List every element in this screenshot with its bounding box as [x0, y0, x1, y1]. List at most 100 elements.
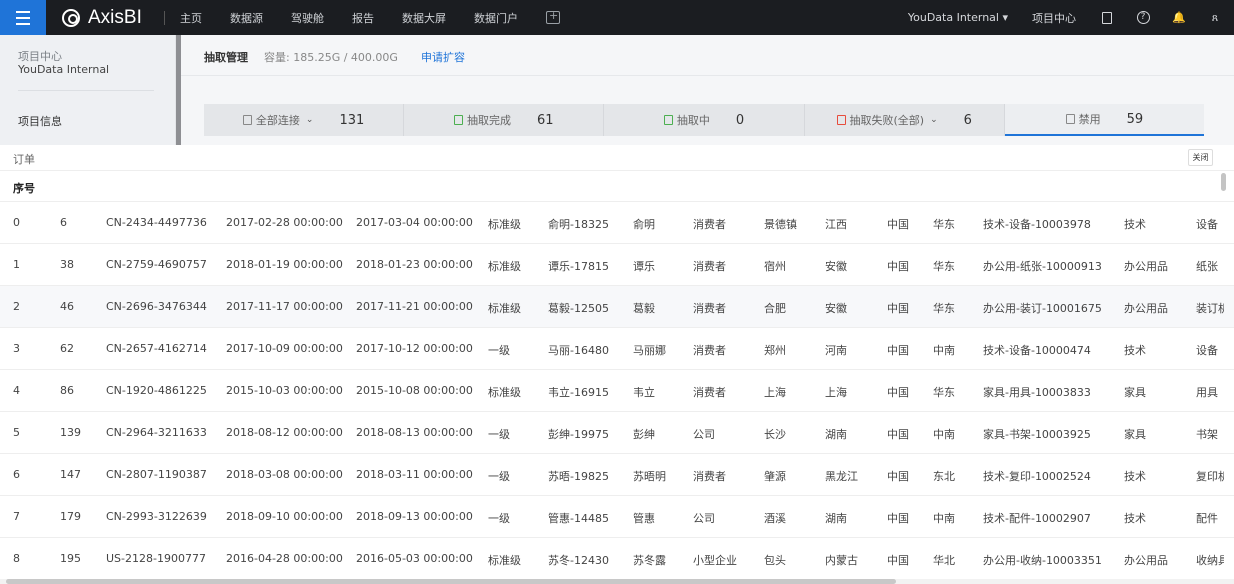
table-cell: 6: [13, 468, 20, 481]
stat-extract-complete[interactable]: 抽取完成 61: [404, 104, 605, 136]
help-icon[interactable]: ?: [1136, 11, 1150, 25]
table-cell: 苏冬-12430: [548, 554, 609, 567]
table-cell: 195: [60, 552, 81, 565]
nav-datasource[interactable]: 数据源: [230, 10, 263, 26]
table-cell: 管惠-14485: [548, 512, 609, 525]
table-cell: 上海: [764, 386, 786, 399]
table-row[interactable]: 7 179 CN-2993-3122639 2018-09-10 00:00:00 20…: [0, 496, 1234, 538]
table-cell: 2018-01-23 00:00:00: [356, 258, 473, 271]
table-cell: 湖南: [825, 428, 847, 441]
stat-disabled[interactable]: 禁用 59: [1004, 104, 1205, 136]
table-cell: 46: [60, 300, 74, 313]
app-logo[interactable]: AxisBI: [62, 0, 142, 35]
hamburger-icon: [16, 9, 30, 27]
nav-cockpit[interactable]: 驾驶舱: [291, 10, 324, 26]
table-cell: 中国: [887, 386, 909, 399]
sidebar-divider: [18, 90, 154, 91]
sidebar-project-label: 项目中心: [18, 50, 62, 63]
table-cell: 复印机: [1196, 470, 1224, 483]
table-cell: 4: [13, 384, 20, 397]
bookmark-icon[interactable]: [1100, 11, 1114, 25]
user-icon[interactable]: ጸ: [1208, 11, 1222, 25]
table-cell: 1: [13, 258, 20, 271]
table-cell: CN-2657-4162714: [106, 342, 207, 355]
table-row[interactable]: 1 38 CN-2759-4690757 2018-01-19 00:00:00 201…: [0, 244, 1234, 286]
nav-home[interactable]: 主页: [180, 10, 202, 26]
nav-data-portal[interactable]: 数据门户: [474, 10, 518, 26]
table-cell: 中国: [887, 554, 909, 567]
table-row[interactable]: 8 195 US-2128-1900777 2016-04-28 00:00:00 20…: [0, 538, 1234, 580]
table-cell: 中南: [933, 512, 955, 525]
table-cell: CN-2696-3476344: [106, 300, 207, 313]
extract-disabled-icon: [1065, 114, 1075, 124]
table-cell: 彭绅-19975: [548, 428, 609, 441]
table-row[interactable]: 0 6 CN-2434-4497736 2017-02-28 00:00:00 2017…: [0, 202, 1234, 244]
nav-report[interactable]: 报告: [352, 10, 374, 26]
logo-icon: [62, 8, 80, 27]
stat-all-connections[interactable]: 全部连接 ⌄ 131: [204, 104, 405, 136]
table-row[interactable]: 6 147 CN-2807-1190387 2018-03-08 00:00:00 20…: [0, 454, 1234, 496]
table-cell: 2017-11-21 00:00:00: [356, 300, 473, 313]
table-row[interactable]: 3 62 CN-2657-4162714 2017-10-09 00:00:00 201…: [0, 328, 1234, 370]
extract-icon: [454, 115, 464, 125]
workspace-selector[interactable]: YouData Internal ▾: [908, 11, 1008, 24]
table-cell: 肇源: [764, 470, 786, 483]
table-row[interactable]: 4 86 CN-1920-4861225 2015-10-03 00:00:00 201…: [0, 370, 1234, 412]
vertical-scrollbar[interactable]: [1221, 173, 1226, 191]
table-cell: 装订机: [1196, 302, 1224, 315]
logo-divider: [164, 11, 165, 25]
table-cell: 2018-03-11 00:00:00: [356, 468, 473, 481]
nav-big-screen[interactable]: 数据大屏: [402, 10, 446, 26]
table-cell: 中国: [887, 428, 909, 441]
horizontal-scrollbar[interactable]: [6, 579, 896, 584]
stat-extracting[interactable]: 抽取中 0: [604, 104, 805, 136]
table-cell: 技术-配件-10002907: [983, 512, 1091, 525]
table-row[interactable]: 5 139 CN-2964-3211633 2018-08-12 00:00:00 20…: [0, 412, 1234, 454]
capacity-text: 容量: 185.25G / 400.00G: [264, 51, 398, 64]
table-cell: 一级: [488, 470, 510, 483]
table-cell: 东北: [933, 470, 955, 483]
table-cell: 华东: [933, 386, 955, 399]
page-title: 抽取管理: [204, 51, 248, 64]
table-cell: 5: [13, 426, 20, 439]
table-cell: 消费者: [693, 386, 726, 399]
table-cell: 技术: [1124, 512, 1146, 525]
column-header-index[interactable]: 序号: [13, 180, 35, 196]
extract-stats-bar: 全部连接 ⌄ 131 抽取完成 61 抽取中 0 抽取失败(全部) ⌄ 6 禁用…: [204, 104, 1205, 136]
table-cell: 纸张: [1196, 260, 1218, 273]
table-cell: 办公用品: [1124, 302, 1168, 315]
table-cell: 标准级: [488, 218, 521, 231]
table-cell: 设备: [1196, 344, 1218, 357]
close-button[interactable]: 关闭: [1188, 149, 1213, 166]
table-cell: 2017-10-09 00:00:00: [226, 342, 343, 355]
project-center-link[interactable]: 项目中心: [1032, 10, 1076, 26]
notification-bell-icon[interactable]: 🔔: [1172, 11, 1186, 25]
stat-value: 0: [735, 112, 745, 128]
stat-extract-failed[interactable]: 抽取失败(全部) ⌄ 6: [805, 104, 1005, 136]
main-nav: 主页 数据源 驾驶舱 报告 数据大屏 数据门户: [180, 0, 560, 35]
apply-expansion-link[interactable]: 申请扩容: [421, 49, 465, 65]
table-cell: 139: [60, 426, 81, 439]
table-cell: 家具: [1124, 386, 1146, 399]
table-cell: 马丽娜: [633, 344, 666, 357]
table-cell: 中南: [933, 428, 955, 441]
table-cell: 标准级: [488, 554, 521, 567]
table-cell: 宿州: [764, 260, 786, 273]
sidebar-item-project-info[interactable]: 项目信息: [18, 113, 62, 129]
panel-header: 订单 关闭: [0, 145, 1234, 171]
add-tab-icon[interactable]: [546, 9, 560, 24]
table-cell: 中国: [887, 512, 909, 525]
table-cell: 河南: [825, 344, 847, 357]
table-cell: 黑龙江: [825, 470, 858, 483]
table-cell: 技术-设备-10003978: [983, 218, 1091, 231]
table-cell: 小型企业: [693, 554, 737, 567]
table-cell: 2017-10-12 00:00:00: [356, 342, 473, 355]
table-cell: 设备: [1196, 218, 1218, 231]
table-row[interactable]: 2 46 CN-2696-3476344 2017-11-17 00:00:00 201…: [0, 286, 1234, 328]
table-cell: 葛毅-12505: [548, 302, 609, 315]
table-cell: 一级: [488, 428, 510, 441]
table-cell: CN-2434-4497736: [106, 216, 207, 229]
table-cell: 安徽: [825, 302, 847, 315]
menu-toggle-button[interactable]: [0, 0, 46, 35]
table-cell: 2: [13, 300, 20, 313]
